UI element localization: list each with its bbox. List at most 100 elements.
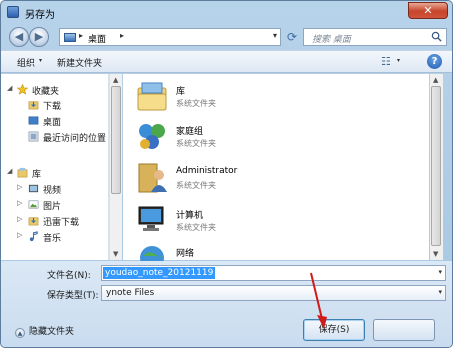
nav-item-label: 视频 — [43, 186, 62, 196]
address-bar[interactable]: ▸ 桌面 ▸ ▾ — [59, 28, 281, 46]
breadcrumb-separator[interactable]: ▸ — [120, 31, 124, 40]
hide-folders-label: 隐藏文件夹 — [29, 327, 75, 337]
nav-item-music[interactable]: ▷ 音乐 — [1, 230, 107, 244]
file-list: 库 系统文件夹 家庭组 系统文件夹 Administrator 系统文件夹 计算… — [123, 74, 429, 270]
music-library-icon — [29, 231, 38, 242]
back-button[interactable]: ◀ — [9, 27, 29, 47]
scroll-down-icon[interactable]: ▼ — [113, 250, 118, 258]
expand-arrow-icon[interactable]: ▷ — [17, 215, 22, 223]
thunder-download-icon — [28, 217, 39, 226]
address-dropdown-icon[interactable]: ▾ — [273, 31, 277, 40]
computer-icon — [138, 206, 164, 231]
search-icon[interactable] — [431, 31, 442, 42]
chevron-down-icon[interactable]: ▾ — [438, 288, 442, 296]
file-item-administrator[interactable]: Administrator 系统文件夹 — [123, 160, 423, 198]
help-icon[interactable]: ? — [427, 54, 442, 69]
window-title: 另存为 — [25, 10, 55, 21]
chevron-down-icon[interactable]: ▾ — [397, 57, 400, 64]
file-item-computer[interactable]: 计算机 系统文件夹 — [123, 202, 423, 240]
file-name: 计算机 — [176, 211, 204, 221]
file-name: 库 — [176, 87, 186, 97]
homegroup-icon — [139, 124, 165, 149]
filename-field[interactable]: youdao_note_20121119 ▾ — [101, 265, 446, 281]
file-type: 系统文件夹 — [176, 139, 216, 148]
file-list-scrollbar[interactable]: ▲ ▼ — [430, 74, 443, 260]
refresh-icon: ⟳ — [286, 30, 298, 44]
video-library-icon — [28, 184, 39, 193]
nav-item-label: 库 — [32, 170, 42, 180]
recent-places-icon — [28, 131, 39, 142]
nav-item-label: 最近访问的位置 — [43, 134, 107, 144]
star-icon — [17, 84, 28, 95]
scroll-up-icon[interactable]: ▲ — [433, 76, 438, 84]
download-folder-icon — [28, 101, 39, 110]
expand-arrow-icon[interactable]: ▷ — [17, 231, 22, 239]
scrollbar-thumb[interactable] — [431, 86, 441, 246]
scrollbar-thumb[interactable] — [111, 86, 121, 194]
nav-item-favorites[interactable]: ◢ 收藏夹 — [1, 83, 107, 97]
user-folder-icon — [138, 163, 167, 193]
chevron-down-icon[interactable]: ▾ — [39, 57, 42, 64]
file-name: 网络 — [176, 249, 195, 259]
nav-scrollbar[interactable]: ▲ ▼ — [109, 74, 122, 260]
command-bar: 组织 ▾ 新建文件夹 ☷ ▾ ? — [1, 50, 452, 73]
file-type: 系统文件夹 — [176, 181, 216, 190]
expand-arrow-icon[interactable]: ▷ — [17, 199, 22, 207]
library-icon — [17, 167, 28, 178]
file-type: 系统文件夹 — [176, 223, 216, 232]
nav-item-downloads[interactable]: 下载 — [1, 98, 107, 112]
filename-label: 文件名(N): — [47, 271, 91, 281]
arrow-left-icon: ◀ — [14, 30, 24, 43]
collapse-icon: ▲ — [15, 328, 25, 338]
cancel-button[interactable] — [373, 319, 435, 341]
view-options-icon[interactable]: ☷ — [381, 55, 395, 68]
nav-item-label: 音乐 — [43, 234, 62, 244]
new-folder-button[interactable]: 新建文件夹 — [57, 56, 102, 69]
file-name: Administrator — [176, 166, 238, 176]
refresh-button[interactable]: ⟳ — [283, 28, 301, 46]
nav-item-label: 迅雷下载 — [43, 218, 80, 228]
search-placeholder: 搜索 桌面 — [312, 35, 351, 45]
nav-item-libraries[interactable]: ◢ 库 — [1, 166, 107, 180]
title-bar: 另存为 ✕ — [1, 1, 452, 23]
filename-value[interactable]: youdao_note_20121119 — [103, 267, 216, 279]
nav-item-label: 桌面 — [43, 118, 62, 128]
search-input[interactable]: 搜索 桌面 — [303, 28, 447, 46]
forward-button[interactable]: ▶ — [29, 27, 49, 47]
nav-item-videos[interactable]: ▷ 视频 — [1, 182, 107, 196]
nav-item-recent-places[interactable]: 最近访问的位置 — [1, 130, 107, 144]
picture-library-icon — [28, 200, 39, 209]
close-icon: ✕ — [423, 4, 433, 17]
filetype-label: 保存类型(T): — [47, 291, 99, 301]
nav-item-label: 图片 — [43, 202, 62, 212]
expand-arrow-icon[interactable]: ▷ — [17, 183, 22, 191]
close-button[interactable]: ✕ — [408, 2, 448, 19]
file-type: 系统文件夹 — [176, 99, 216, 108]
chevron-down-icon[interactable]: ▾ — [438, 268, 442, 276]
nav-item-label: 下载 — [43, 102, 62, 112]
file-name: 家庭组 — [176, 127, 204, 137]
nav-item-pictures[interactable]: ▷ 图片 — [1, 198, 107, 212]
app-icon — [7, 6, 19, 18]
desktop-icon — [64, 33, 76, 42]
navigation-pane: ◢ 收藏夹 下载 桌面 最近访问的位置 ◢ 库 ▷ 视频 ▷ 图片 ▷ 迅雷下载… — [1, 74, 109, 260]
scroll-down-icon[interactable]: ▼ — [433, 250, 438, 258]
expand-arrow-icon[interactable]: ◢ — [7, 167, 12, 175]
file-item-libraries[interactable]: 库 系统文件夹 — [123, 78, 423, 116]
desktop-icon — [28, 116, 39, 125]
library-folder-icon — [137, 82, 167, 111]
annotation-arrow — [310, 272, 327, 329]
nav-item-desktop[interactable]: 桌面 — [1, 114, 107, 128]
breadcrumb-separator[interactable]: ▸ — [79, 31, 83, 40]
expand-arrow-icon[interactable]: ◢ — [7, 84, 12, 92]
file-item-homegroup[interactable]: 家庭组 系统文件夹 — [123, 118, 423, 156]
filetype-value: ynote Files — [106, 288, 155, 298]
scroll-up-icon[interactable]: ▲ — [113, 76, 118, 84]
nav-item-thunder-downloads[interactable]: ▷ 迅雷下载 — [1, 214, 107, 228]
filetype-select[interactable]: ynote Files ▾ — [101, 285, 446, 301]
hide-folders-toggle[interactable]: ▲ 隐藏文件夹 — [15, 324, 74, 338]
breadcrumb-location[interactable]: 桌面 — [88, 32, 106, 45]
arrow-right-icon: ▶ — [34, 30, 44, 43]
save-form: 文件名(N): youdao_note_20121119 ▾ 保存类型(T): … — [1, 261, 452, 347]
organize-menu[interactable]: 组织 — [17, 56, 35, 69]
